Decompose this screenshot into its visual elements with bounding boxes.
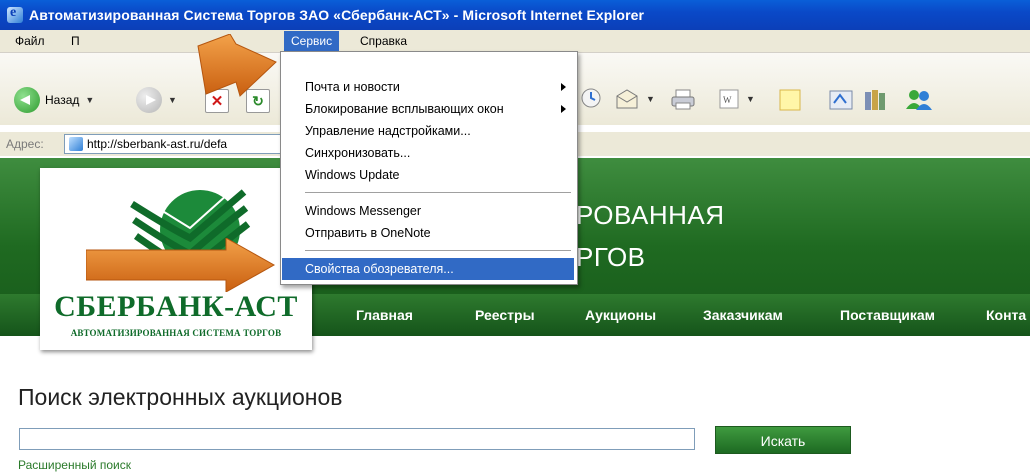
chevron-down-icon: ▼ bbox=[85, 95, 95, 105]
research-button[interactable] bbox=[828, 87, 856, 113]
books-icon bbox=[865, 90, 885, 110]
page-title: Поиск электронных аукционов bbox=[18, 384, 343, 410]
menu-item-manage-addons[interactable]: Управление надстройками... bbox=[282, 120, 574, 142]
search-button[interactable]: Искать bbox=[715, 426, 851, 454]
back-button[interactable]: Назад ▼ bbox=[14, 87, 94, 113]
mail-button[interactable]: ▼ bbox=[614, 87, 655, 111]
messenger-button[interactable] bbox=[904, 87, 934, 113]
nav-auctions[interactable]: Аукционы bbox=[585, 307, 656, 323]
document-edit-icon: W bbox=[719, 89, 739, 109]
internet-explorer-icon bbox=[7, 5, 23, 23]
logo-name: СБЕРБАНК-АСТ bbox=[54, 290, 298, 323]
forward-button[interactable]: ▼ bbox=[136, 87, 177, 113]
window-titlebar[interactable]: Автоматизированная Система Торгов ЗАО «С… bbox=[0, 0, 1030, 30]
messenger-users-icon bbox=[906, 90, 932, 110]
menu-item-synchronize[interactable]: Синхронизовать... bbox=[282, 142, 574, 164]
address-input[interactable]: http://sberbank-ast.ru/defa bbox=[64, 134, 306, 154]
address-url: http://sberbank-ast.ru/defa bbox=[87, 137, 228, 151]
print-button[interactable] bbox=[670, 87, 696, 111]
chevron-down-icon: ▼ bbox=[168, 95, 177, 105]
address-label: Адрес: bbox=[6, 137, 44, 151]
submenu-arrow-icon bbox=[561, 105, 566, 113]
research-icon bbox=[829, 90, 853, 110]
forward-arrow-icon bbox=[136, 87, 162, 113]
menu-item-label: Почта и новости bbox=[305, 80, 400, 94]
nav-contacts[interactable]: Конта bbox=[986, 307, 1026, 323]
search-input[interactable] bbox=[19, 428, 695, 450]
edit-button[interactable]: W ▼ bbox=[718, 88, 755, 110]
submenu-arrow-icon bbox=[561, 83, 566, 91]
history-button[interactable] bbox=[580, 87, 602, 109]
books-button[interactable] bbox=[862, 87, 890, 113]
header-title-line1: РОВАННАЯ bbox=[576, 200, 725, 230]
note-icon bbox=[779, 89, 801, 111]
logo-subtitle: АВТОМАТИЗИРОВАННАЯ СИСТЕМА ТОРГОВ bbox=[70, 328, 282, 338]
menu-tools[interactable]: Сервис bbox=[284, 31, 340, 51]
menu-item-windows-messenger[interactable]: Windows Messenger bbox=[282, 200, 574, 222]
svg-text:W: W bbox=[723, 95, 732, 105]
printer-icon bbox=[671, 89, 695, 110]
header-title-line2: РГОВ bbox=[576, 242, 646, 272]
discuss-button[interactable] bbox=[778, 88, 802, 112]
menu-item-internet-options[interactable]: Свойства обозревателя... bbox=[282, 258, 574, 280]
menu-separator bbox=[305, 192, 571, 193]
back-label: Назад bbox=[45, 93, 80, 107]
nav-suppliers[interactable]: Поставщикам bbox=[840, 307, 935, 323]
menu-item-popup-blocker[interactable]: Блокирование всплывающих окон bbox=[282, 98, 574, 120]
tools-dropdown-menu: Почта и новости Блокирование всплывающих… bbox=[280, 51, 578, 285]
menu-partial[interactable]: П bbox=[64, 31, 87, 51]
menu-item-mail-news[interactable]: Почта и новости bbox=[282, 76, 574, 98]
menu-help[interactable]: Справка bbox=[353, 31, 414, 51]
nav-registries[interactable]: Реестры bbox=[475, 307, 535, 323]
page-icon bbox=[69, 137, 83, 151]
menu-item-windows-update[interactable]: Windows Update bbox=[282, 164, 574, 186]
back-arrow-icon bbox=[14, 87, 40, 113]
menu-item-send-to-onenote[interactable]: Отправить в OneNote bbox=[282, 222, 574, 244]
menu-file[interactable]: Файл bbox=[8, 31, 52, 51]
history-icon bbox=[581, 88, 601, 108]
mail-icon bbox=[616, 89, 638, 109]
chevron-down-icon: ▼ bbox=[646, 94, 655, 104]
menu-separator bbox=[305, 250, 571, 251]
pointer-arrow-top bbox=[197, 34, 277, 97]
nav-customers[interactable]: Заказчикам bbox=[703, 307, 783, 323]
nav-home[interactable]: Главная bbox=[356, 307, 413, 323]
chevron-down-icon: ▼ bbox=[746, 94, 755, 104]
menu-item-label: Блокирование всплывающих окон bbox=[305, 102, 504, 116]
window-title: Автоматизированная Система Торгов ЗАО «С… bbox=[29, 7, 645, 23]
pointer-arrow-bottom bbox=[86, 238, 276, 292]
advanced-search-link[interactable]: Расширенный поиск bbox=[18, 458, 131, 472]
menu-bar: Файл П Сервис Справка bbox=[0, 30, 1030, 53]
